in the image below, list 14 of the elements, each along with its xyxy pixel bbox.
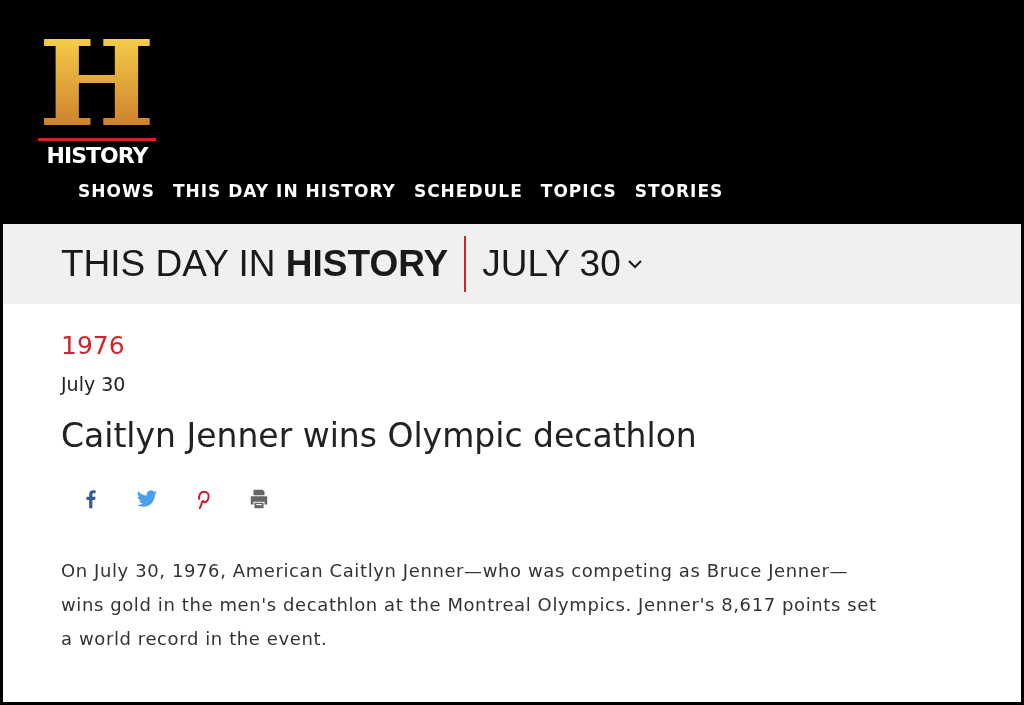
nav-link[interactable]: TOPICS [540, 181, 617, 201]
event-date: July 30 [61, 372, 127, 396]
logo-wordmark: HISTORY [46, 143, 148, 169]
article-body: On July 30, 1976, American Caitlyn Jenner—who was competing as Bruce Jenner—wins gold in the men's decathlon at the Montreal Olympics. Jenner's 8,617 points set a world record in the event. [61, 559, 878, 651]
nav-link[interactable]: STORIES [634, 181, 724, 201]
page-title: THIS DAY IN HISTORY [61, 243, 449, 285]
nav-link[interactable]: THIS DAY IN HISTORY [172, 181, 396, 201]
nav-link[interactable]: SCHEDULE [413, 181, 523, 201]
nav-link[interactable]: SHOWS [78, 181, 155, 201]
event-year: 1976 [61, 330, 126, 362]
twitter-icon[interactable] [135, 488, 159, 510]
chevron-down-icon [626, 259, 643, 269]
date-dropdown[interactable]: JULY 30 [482, 243, 643, 285]
article-headline: Caitlyn Jenner wins Olympic decathlon [61, 415, 698, 457]
